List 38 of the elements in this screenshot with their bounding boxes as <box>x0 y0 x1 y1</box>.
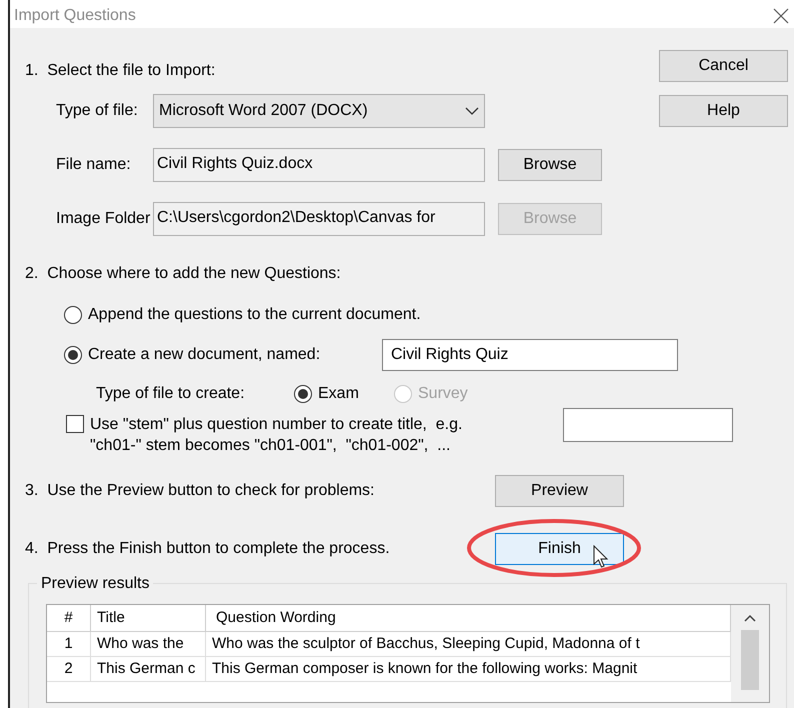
dialog-button[interactable]: Preview <box>495 475 624 507</box>
cursor-icon <box>593 545 609 569</box>
table-cell: Who was the <box>91 632 206 656</box>
step-instruction: 4. Press the Finish button to complete the process. <box>25 539 391 559</box>
close-icon[interactable] <box>772 7 790 25</box>
text-field[interactable]: C:\Users\cgordon2\Desktop\Canvas for <box>153 202 485 236</box>
section-heading: 2. Choose where to add the new Questions: <box>25 264 342 284</box>
stem-field[interactable] <box>563 408 733 442</box>
dialog-button[interactable]: Help <box>659 95 788 127</box>
scrollbar-thumb[interactable] <box>741 630 759 690</box>
radio-label: Create a new document, named: <box>88 345 320 365</box>
chevron-up-icon[interactable] <box>744 614 756 622</box>
stem-option-label: Use "stem" plus question number to create title, e.g. "ch01-" stem becomes "ch01-001", "ch01-002", ... <box>90 415 464 456</box>
table-cell: 2 <box>47 657 91 681</box>
window-title: Import Questions <box>14 6 136 26</box>
radio-button[interactable] <box>64 346 82 364</box>
field-label: File name: <box>55 155 132 175</box>
dialog-button[interactable]: Cancel <box>659 50 788 82</box>
file-type-label: Type of file to create: <box>96 384 246 404</box>
table-cell: 1 <box>47 632 91 656</box>
radio-label: Append the questions to the current document. <box>88 305 421 325</box>
checkbox[interactable] <box>66 415 84 433</box>
scrollbar[interactable] <box>731 605 769 702</box>
step-instruction: 3. Use the Preview button to check for problems: <box>25 481 376 501</box>
field-label: Image Folder <box>55 209 152 229</box>
dialog-button[interactable]: Browse <box>498 149 602 181</box>
radio-button[interactable] <box>294 385 312 403</box>
radio-label: Survey <box>418 384 468 404</box>
radio-button[interactable] <box>64 306 82 324</box>
file-type-dropdown[interactable]: Microsoft Word 2007 (DOCX) <box>153 94 485 128</box>
chevron-down-icon <box>465 107 479 115</box>
document-name-field[interactable]: Civil Rights Quiz <box>382 339 678 371</box>
field-label: Type of file: <box>55 101 139 121</box>
dialog-button[interactable]: Finish <box>495 533 624 565</box>
table-cell: This German c <box>91 657 206 681</box>
text-field[interactable]: Civil Rights Quiz.docx <box>153 148 485 182</box>
section-heading: 1. Select the file to Import: <box>25 61 216 81</box>
radio-label: Exam <box>318 384 359 404</box>
